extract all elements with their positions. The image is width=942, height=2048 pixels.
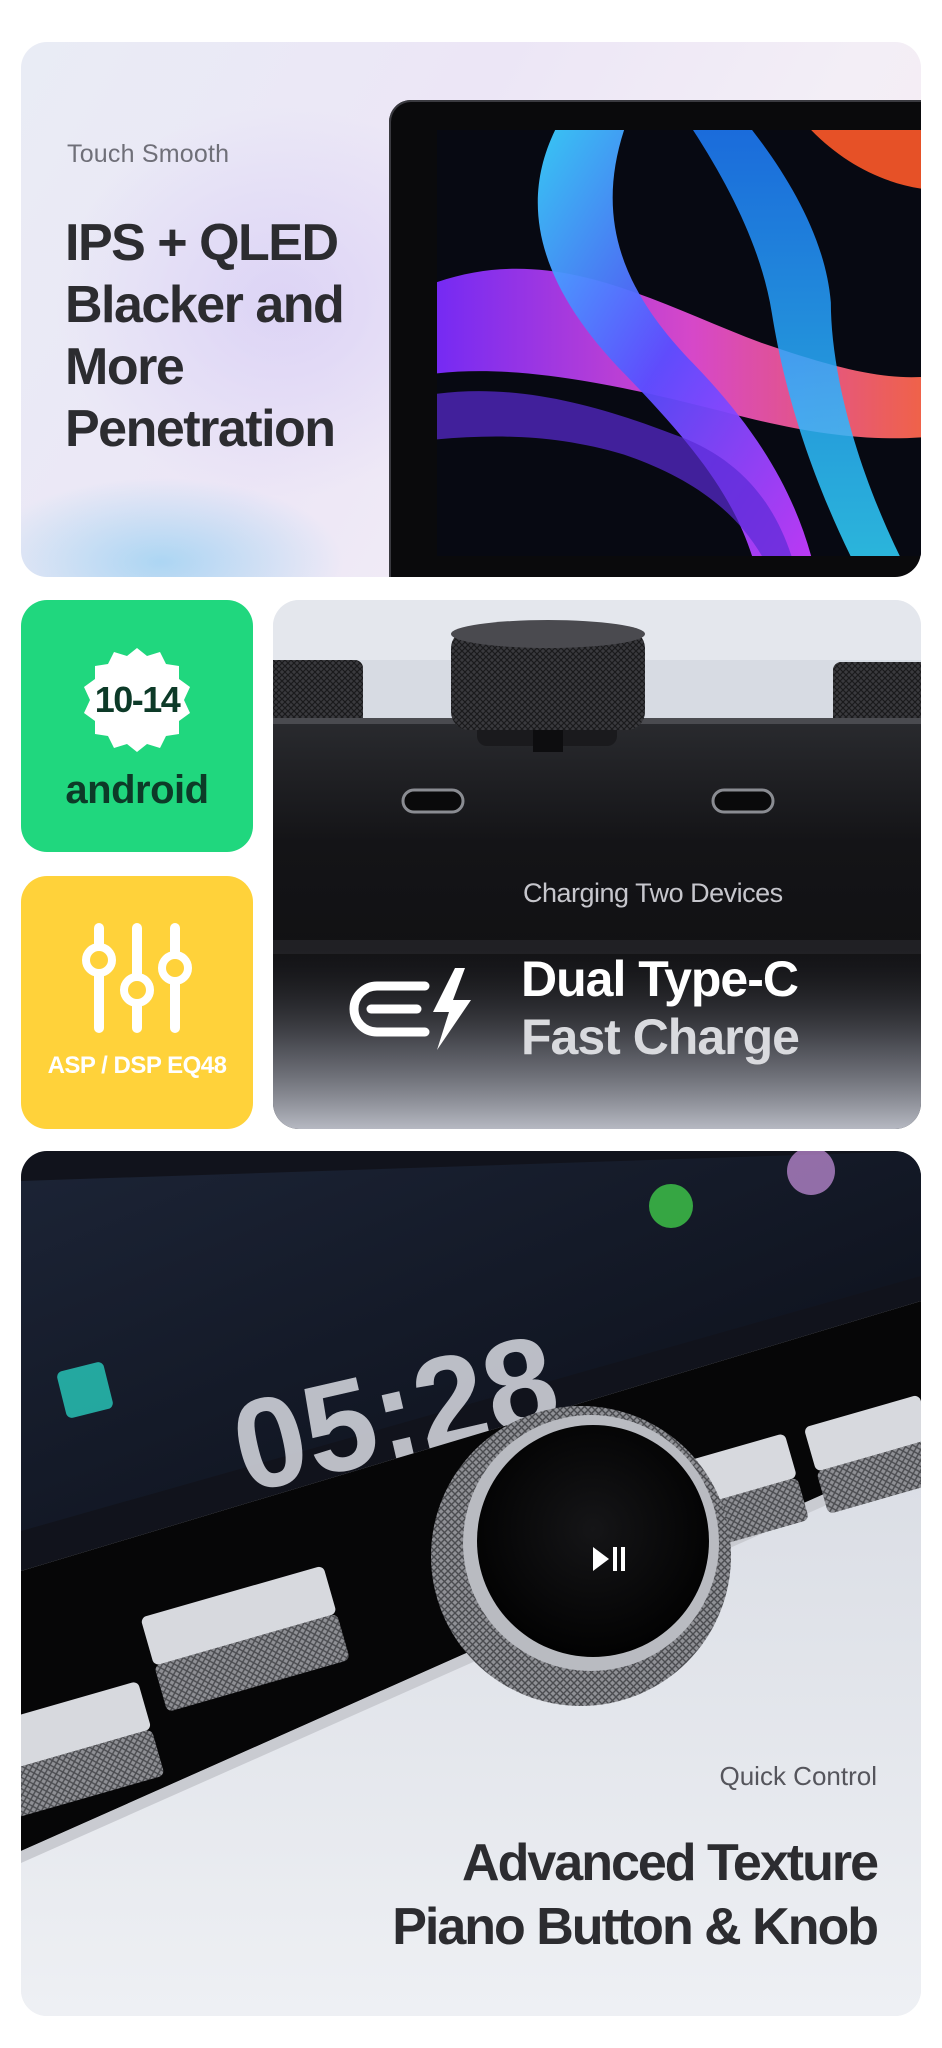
- typec-headline-line: Fast Charge: [521, 1009, 800, 1065]
- dual-typec-card: Charging Two Devices Dual Type-C Fast Ch…: [273, 600, 921, 1129]
- usb-fast-charge-icon: [349, 968, 471, 1050]
- display-headline-line: IPS + QLED: [65, 214, 339, 272]
- display-headline-line: Blacker and: [65, 276, 345, 334]
- display-headline-line: More: [65, 338, 185, 396]
- control-headline-line: Advanced Texture: [462, 1834, 879, 1892]
- play-pause-icon[interactable]: [589, 1543, 629, 1575]
- dsp-label: ASP / DSP EQ48: [47, 1052, 227, 1079]
- control-headline: Advanced Texture Piano Button & Knob: [392, 1831, 879, 1959]
- display-feature-card: Touch Smooth IPS + QLED Blacker and More…: [21, 42, 921, 577]
- equalizer-sliders-icon: [82, 923, 192, 1033]
- android-label: android: [65, 768, 209, 812]
- display-headline: IPS + QLED Blacker and More Penetration: [65, 212, 405, 460]
- dsp-eq-card: ASP / DSP EQ48: [21, 876, 253, 1129]
- typec-eyebrow: Charging Two Devices: [523, 878, 783, 908]
- android-version-card: 10-14 android: [21, 600, 253, 852]
- display-eyebrow: Touch Smooth: [67, 140, 230, 168]
- version-badge: 10-14: [81, 644, 193, 756]
- screen-wallpaper: [437, 130, 921, 556]
- head-unit-screen-image: [389, 100, 921, 577]
- display-headline-line: Penetration: [65, 400, 336, 458]
- typec-headline-line: Dual Type-C: [521, 951, 799, 1007]
- version-badge-text: 10-14: [94, 679, 181, 720]
- quick-control-card: 05:28 Quick Control Advanced Texture Pia…: [21, 1151, 921, 2016]
- control-eyebrow: Quick Control: [719, 1761, 878, 1791]
- control-headline-line: Piano Button & Knob: [392, 1898, 879, 1956]
- typec-headline: Dual Type-C Fast Charge: [521, 950, 800, 1066]
